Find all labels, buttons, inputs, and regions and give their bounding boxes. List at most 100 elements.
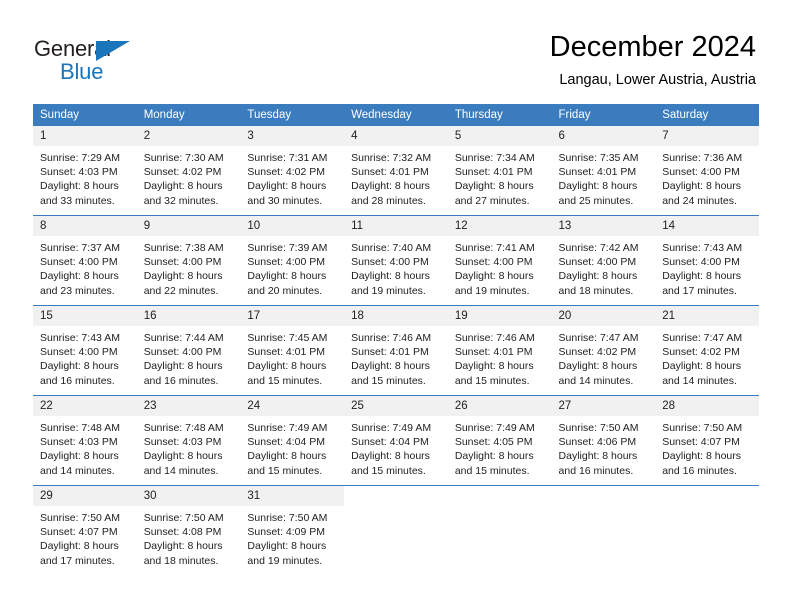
day-details: Sunrise: 7:44 AM Sunset: 4:00 PM Daylight:… bbox=[137, 326, 241, 388]
calendar-day-cell[interactable]: 17 Sunrise: 7:45 AM Sunset: 4:01 PM Dayligh… bbox=[240, 305, 345, 396]
calendar-day-cell[interactable]: 27 Sunrise: 7:50 AM Sunset: 4:06 PM Dayligh… bbox=[551, 395, 656, 486]
daylight-duration-line1: Daylight: 8 hours bbox=[40, 540, 119, 553]
day-number: 23 bbox=[136, 396, 241, 416]
calendar-day-cell[interactable]: 28 Sunrise: 7:50 AM Sunset: 4:07 PM Dayligh… bbox=[655, 395, 759, 486]
calendar-day-cell[interactable]: 21 Sunrise: 7:47 AM Sunset: 4:02 PM Dayligh… bbox=[655, 305, 759, 396]
day-details: Sunrise: 7:48 AM Sunset: 4:03 PM Daylight:… bbox=[137, 416, 241, 478]
sunrise-time: Sunrise: 7:40 AM bbox=[351, 242, 432, 254]
daylight-duration-line2: and 32 minutes. bbox=[143, 194, 219, 207]
calendar-day-cell[interactable]: 1 Sunrise: 7:29 AM Sunset: 4:03 PM Daylight… bbox=[33, 126, 137, 216]
day-number: 16 bbox=[136, 306, 241, 326]
sunset-time: Sunset: 4:07 PM bbox=[40, 526, 118, 539]
calendar-day-cell[interactable]: 31 Sunrise: 7:50 AM Sunset: 4:09 PM Dayligh… bbox=[240, 485, 345, 575]
daylight-duration-line2: and 22 minutes. bbox=[143, 284, 219, 297]
sunrise-time: Sunrise: 7:49 AM bbox=[351, 422, 432, 434]
calendar-day-cell[interactable]: 20 Sunrise: 7:47 AM Sunset: 4:02 PM Dayligh… bbox=[551, 305, 656, 396]
daylight-duration-line2: and 15 minutes. bbox=[247, 464, 323, 477]
day-number: 15 bbox=[33, 306, 137, 326]
calendar-day-cell[interactable]: 25 Sunrise: 7:49 AM Sunset: 4:04 PM Dayligh… bbox=[344, 395, 448, 486]
daylight-duration-line1: Daylight: 8 hours bbox=[351, 360, 430, 373]
calendar-day-cell[interactable]: 30 Sunrise: 7:50 AM Sunset: 4:08 PM Dayligh… bbox=[136, 485, 241, 575]
daylight-duration-line1: Daylight: 8 hours bbox=[558, 180, 638, 193]
daylight-duration-line2: and 15 minutes. bbox=[454, 374, 530, 387]
sunrise-sunset-calendar-table: Sunday Monday Tuesday Wednesday Thursday… bbox=[33, 104, 759, 575]
daylight-duration-line2: and 30 minutes. bbox=[247, 194, 323, 207]
day-details: Sunrise: 7:37 AM Sunset: 4:00 PM Daylight:… bbox=[33, 236, 137, 298]
day-number bbox=[447, 486, 552, 506]
day-details: Sunrise: 7:32 AM Sunset: 4:01 PM Daylight:… bbox=[344, 146, 448, 208]
calendar-day-cell[interactable]: 7 Sunrise: 7:36 AM Sunset: 4:00 PM Daylight… bbox=[655, 126, 759, 216]
daylight-duration-line2: and 16 minutes. bbox=[143, 374, 219, 387]
day-details: Sunrise: 7:35 AM Sunset: 4:01 PM Daylight:… bbox=[552, 146, 656, 208]
daylight-duration-line2: and 28 minutes. bbox=[351, 194, 426, 207]
day-details: Sunrise: 7:30 AM Sunset: 4:02 PM Daylight:… bbox=[137, 146, 241, 208]
day-number: 27 bbox=[551, 396, 656, 416]
calendar-day-cell[interactable]: 15 Sunrise: 7:43 AM Sunset: 4:00 PM Dayligh… bbox=[33, 305, 137, 396]
day-details: Sunrise: 7:46 AM Sunset: 4:01 PM Daylight:… bbox=[344, 326, 448, 388]
daylight-duration-line1: Daylight: 8 hours bbox=[351, 180, 430, 193]
sunrise-time: Sunrise: 7:44 AM bbox=[143, 332, 224, 344]
daylight-duration-line1: Daylight: 8 hours bbox=[454, 180, 534, 193]
sunrise-time: Sunrise: 7:48 AM bbox=[40, 422, 120, 434]
sunset-time: Sunset: 4:04 PM bbox=[351, 436, 429, 449]
calendar-day-cell[interactable]: 12 Sunrise: 7:41 AM Sunset: 4:00 PM Dayligh… bbox=[447, 215, 552, 306]
calendar-day-cell[interactable]: 16 Sunrise: 7:44 AM Sunset: 4:00 PM Dayligh… bbox=[136, 305, 241, 396]
daylight-duration-line2: and 14 minutes. bbox=[143, 464, 219, 477]
calendar-day-cell[interactable]: 24 Sunrise: 7:49 AM Sunset: 4:04 PM Dayligh… bbox=[240, 395, 345, 486]
day-details: Sunrise: 7:47 AM Sunset: 4:02 PM Daylight:… bbox=[655, 326, 759, 388]
calendar-day-cell[interactable]: 29 Sunrise: 7:50 AM Sunset: 4:07 PM Dayligh… bbox=[33, 485, 137, 575]
calendar-page: General Blue December 2024 Langau, Lower… bbox=[0, 0, 792, 612]
page-title: December 2024 bbox=[549, 31, 756, 63]
daylight-duration-line2: and 19 minutes. bbox=[247, 554, 323, 567]
weekday-header-saturday: Saturday bbox=[655, 104, 759, 126]
daylight-duration-line2: and 14 minutes. bbox=[40, 464, 115, 477]
sunset-time: Sunset: 4:00 PM bbox=[40, 346, 118, 359]
day-number: 14 bbox=[655, 216, 759, 236]
day-details: Sunrise: 7:48 AM Sunset: 4:03 PM Daylight:… bbox=[33, 416, 137, 478]
day-number: 19 bbox=[447, 306, 552, 326]
calendar-header-row-group: Sunday Monday Tuesday Wednesday Thursday… bbox=[33, 104, 759, 126]
daylight-duration-line1: Daylight: 8 hours bbox=[351, 270, 430, 283]
sunset-time: Sunset: 4:01 PM bbox=[247, 346, 326, 359]
calendar-day-cell[interactable]: 13 Sunrise: 7:42 AM Sunset: 4:00 PM Dayligh… bbox=[551, 215, 656, 306]
sunset-time: Sunset: 4:00 PM bbox=[662, 166, 740, 179]
daylight-duration-line2: and 17 minutes. bbox=[662, 284, 737, 297]
calendar-day-cell[interactable]: 26 Sunrise: 7:49 AM Sunset: 4:05 PM Dayligh… bbox=[447, 395, 552, 486]
general-blue-logo: General Blue bbox=[34, 36, 144, 84]
sunset-time: Sunset: 4:01 PM bbox=[351, 346, 429, 359]
calendar-day-cell[interactable]: 14 Sunrise: 7:43 AM Sunset: 4:00 PM Dayligh… bbox=[655, 215, 759, 306]
calendar-empty-cell bbox=[447, 485, 552, 575]
calendar-day-cell[interactable]: 23 Sunrise: 7:48 AM Sunset: 4:03 PM Dayligh… bbox=[136, 395, 241, 486]
daylight-duration-line1: Daylight: 8 hours bbox=[662, 270, 742, 283]
day-number: 21 bbox=[655, 306, 759, 326]
day-details: Sunrise: 7:49 AM Sunset: 4:04 PM Daylight:… bbox=[240, 416, 344, 478]
calendar-week-row: 15 Sunrise: 7:43 AM Sunset: 4:00 PM Dayligh… bbox=[33, 305, 759, 396]
daylight-duration-line1: Daylight: 8 hours bbox=[247, 360, 327, 373]
calendar-day-cell[interactable]: 5 Sunrise: 7:34 AM Sunset: 4:01 PM Daylight… bbox=[447, 126, 552, 216]
day-details: Sunrise: 7:31 AM Sunset: 4:02 PM Daylight:… bbox=[240, 146, 344, 208]
calendar-day-cell[interactable]: 8 Sunrise: 7:37 AM Sunset: 4:00 PM Daylight… bbox=[33, 215, 137, 306]
calendar-day-cell[interactable]: 3 Sunrise: 7:31 AM Sunset: 4:02 PM Daylight… bbox=[240, 126, 345, 216]
day-number: 12 bbox=[447, 216, 552, 236]
daylight-duration-line1: Daylight: 8 hours bbox=[662, 360, 742, 373]
calendar-day-cell[interactable]: 11 Sunrise: 7:40 AM Sunset: 4:00 PM Dayligh… bbox=[344, 215, 448, 306]
calendar-day-cell[interactable]: 22 Sunrise: 7:48 AM Sunset: 4:03 PM Dayligh… bbox=[33, 395, 137, 486]
sunrise-time: Sunrise: 7:41 AM bbox=[454, 242, 535, 254]
daylight-duration-line1: Daylight: 8 hours bbox=[558, 360, 638, 373]
calendar-day-cell[interactable]: 9 Sunrise: 7:38 AM Sunset: 4:00 PM Daylight… bbox=[136, 215, 241, 306]
sunrise-time: Sunrise: 7:49 AM bbox=[454, 422, 535, 434]
daylight-duration-line1: Daylight: 8 hours bbox=[143, 450, 223, 463]
day-details: Sunrise: 7:38 AM Sunset: 4:00 PM Daylight:… bbox=[137, 236, 241, 298]
day-number: 13 bbox=[551, 216, 656, 236]
calendar-day-cell[interactable]: 18 Sunrise: 7:46 AM Sunset: 4:01 PM Dayligh… bbox=[344, 305, 448, 396]
calendar-day-cell[interactable]: 2 Sunrise: 7:30 AM Sunset: 4:02 PM Daylight… bbox=[136, 126, 241, 216]
calendar-day-cell[interactable]: 10 Sunrise: 7:39 AM Sunset: 4:00 PM Dayligh… bbox=[240, 215, 345, 306]
calendar-day-cell[interactable]: 19 Sunrise: 7:46 AM Sunset: 4:01 PM Dayligh… bbox=[447, 305, 552, 396]
calendar-day-cell[interactable]: 6 Sunrise: 7:35 AM Sunset: 4:01 PM Daylight… bbox=[551, 126, 656, 216]
day-details: Sunrise: 7:46 AM Sunset: 4:01 PM Daylight:… bbox=[448, 326, 552, 388]
weekday-header-sunday: Sunday bbox=[33, 104, 137, 126]
calendar-day-cell[interactable]: 4 Sunrise: 7:32 AM Sunset: 4:01 PM Daylight… bbox=[344, 126, 448, 216]
sunrise-time: Sunrise: 7:30 AM bbox=[143, 152, 224, 164]
sunrise-time: Sunrise: 7:50 AM bbox=[40, 512, 120, 524]
daylight-duration-line1: Daylight: 8 hours bbox=[558, 450, 638, 463]
